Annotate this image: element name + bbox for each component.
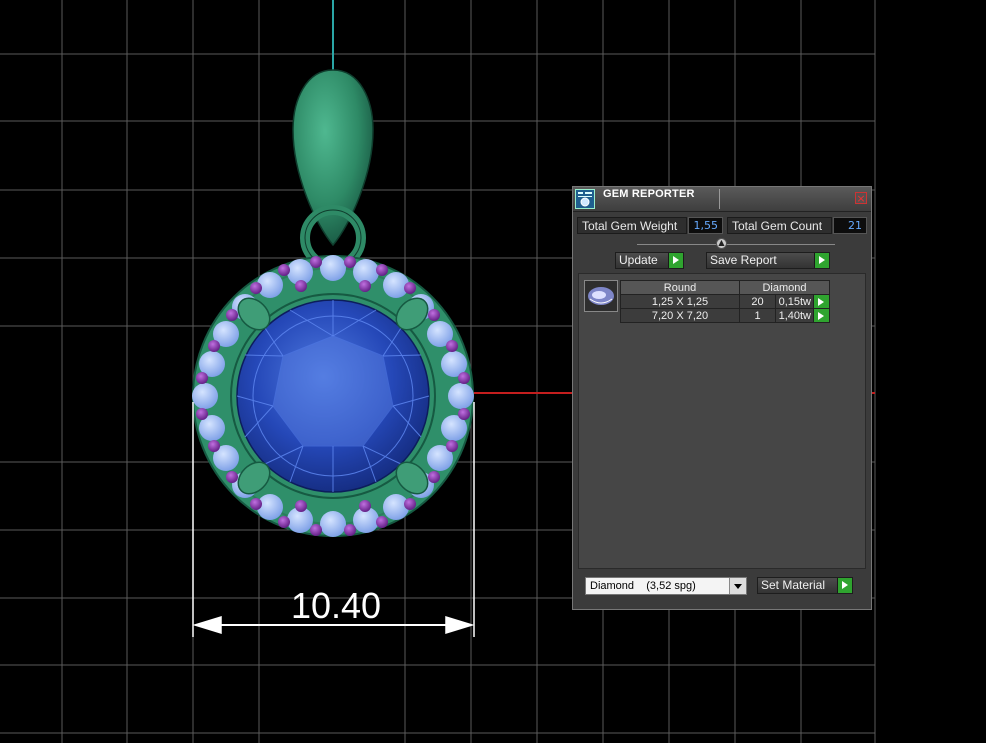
set-material-button-label: Set Material bbox=[761, 578, 826, 592]
gem-count: 1 bbox=[739, 308, 776, 323]
update-button[interactable]: Update bbox=[615, 252, 684, 269]
panel-splitter[interactable] bbox=[637, 244, 835, 245]
gem-size: 1,25 X 1,25 bbox=[620, 294, 740, 309]
total-gem-weight-label: Total Gem Weight bbox=[577, 217, 687, 234]
table-row[interactable]: 7,20 X 7,20 1 1,40tw bbox=[620, 308, 830, 323]
save-report-button-label: Save Report bbox=[710, 253, 777, 267]
chevron-down-icon[interactable] bbox=[729, 578, 746, 594]
table-row[interactable]: 1,25 X 1,25 20 0,15tw bbox=[620, 294, 830, 309]
gem-thumbnail-icon[interactable] bbox=[584, 280, 618, 312]
total-gem-count-label: Total Gem Count bbox=[727, 217, 832, 234]
set-material-button[interactable]: Set Material bbox=[757, 577, 853, 594]
material-select[interactable]: Diamond (3,52 spg) bbox=[585, 577, 747, 595]
gem-weight: 1,40tw bbox=[775, 308, 814, 323]
panel-titlebar[interactable]: GEM REPORTER × bbox=[573, 187, 871, 212]
table-header-row: Round Diamond bbox=[620, 280, 830, 295]
total-gem-weight-value: 1,55 bbox=[688, 217, 723, 234]
update-arrow-icon bbox=[668, 253, 683, 268]
pendant-model[interactable] bbox=[192, 69, 474, 537]
gem-weight: 0,15tw bbox=[775, 294, 814, 309]
row-select-arrow-icon[interactable] bbox=[813, 294, 830, 309]
gem-reporter-panel: GEM REPORTER × Total Gem Weight 1,55 Tot… bbox=[572, 186, 872, 610]
row-select-arrow-icon[interactable] bbox=[813, 308, 830, 323]
total-gem-count-value: 21 bbox=[833, 217, 867, 234]
close-icon[interactable]: × bbox=[855, 192, 867, 204]
gem-count: 20 bbox=[739, 294, 776, 309]
save-report-button[interactable]: Save Report bbox=[706, 252, 830, 269]
gem-list-area: Round Diamond 1,25 X 1,25 20 0,15tw 7,20… bbox=[578, 273, 866, 569]
gem-table: Round Diamond 1,25 X 1,25 20 0,15tw 7,20… bbox=[620, 280, 830, 323]
gem-reporter-logo-icon bbox=[575, 189, 595, 209]
header-material: Diamond bbox=[739, 280, 830, 295]
set-material-arrow-icon bbox=[837, 578, 852, 593]
header-shape: Round bbox=[620, 280, 740, 295]
panel-title: GEM REPORTER bbox=[603, 188, 695, 200]
save-report-arrow-icon bbox=[814, 253, 829, 268]
update-button-label: Update bbox=[619, 253, 658, 267]
bail bbox=[292, 69, 374, 247]
gem-size: 7,20 X 7,20 bbox=[620, 308, 740, 323]
splitter-collapse-icon[interactable]: ▲ bbox=[716, 238, 727, 249]
dimension-label: 10.40 bbox=[291, 585, 381, 626]
material-select-value: Diamond (3,52 spg) bbox=[590, 580, 696, 592]
title-separator bbox=[719, 189, 720, 209]
